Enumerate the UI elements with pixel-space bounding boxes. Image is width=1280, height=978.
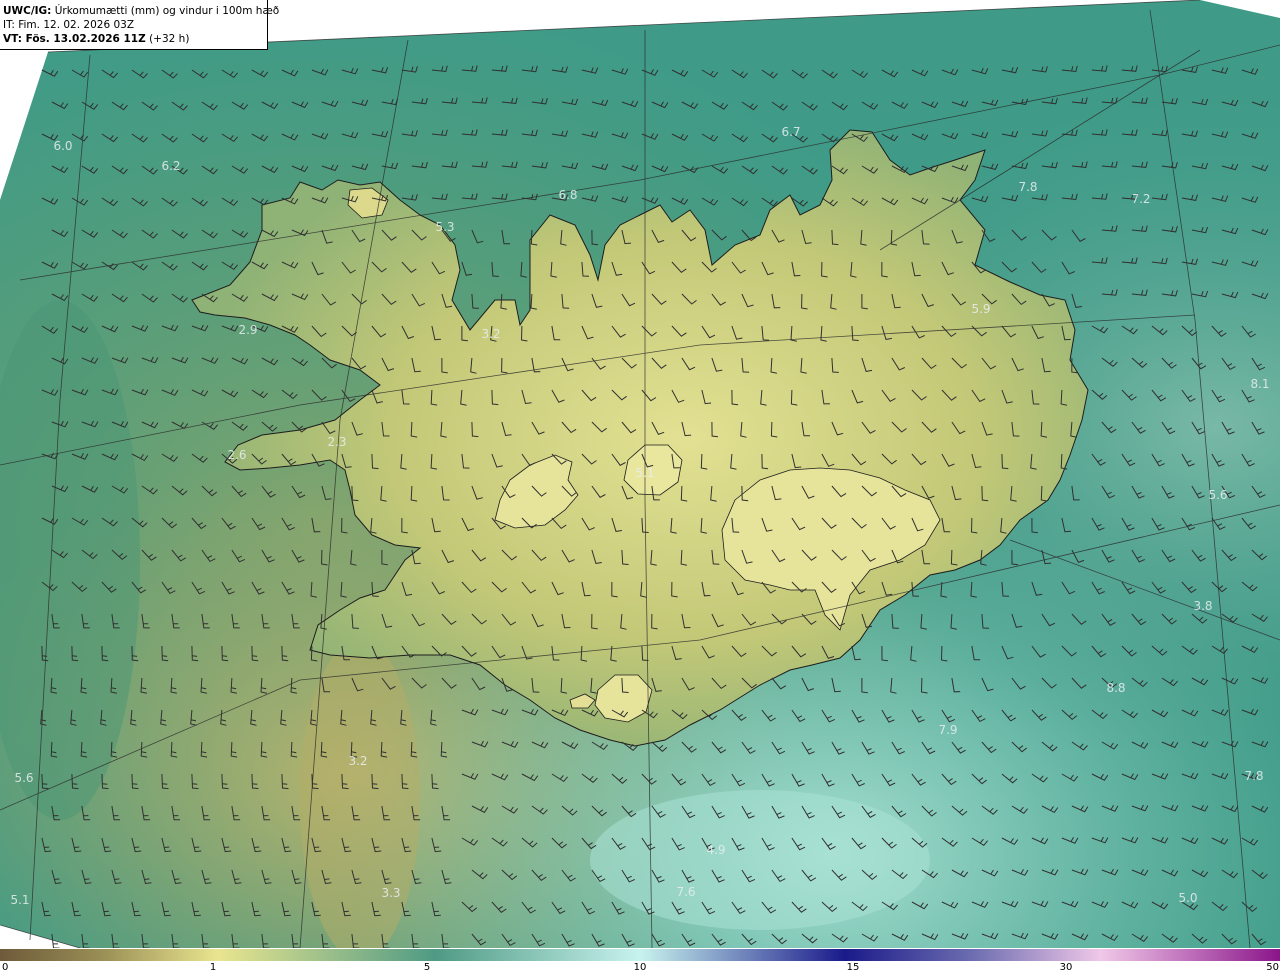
value-label: 7.6 (676, 885, 696, 899)
colorbar-tick: 15 (846, 962, 860, 973)
value-label: 5.6 (14, 771, 34, 785)
forecast-map: 6.0 6.2 6.8 6.7 7.8 7.2 5.3 3.2 2.9 5.9 … (0, 0, 1280, 948)
init-time: IT: Fim. 12. 02. 2026 03Z (3, 19, 135, 31)
colorbar-tick: 30 (1059, 962, 1073, 973)
southwest-plume (300, 640, 420, 948)
colorbar (0, 949, 1280, 961)
valid-time-line: VT: Fös. 13.02.2026 11Z (+32 h) (3, 32, 264, 46)
map-title-line: UWC/IG: Úrkomumætti (mm) og vindur i 100… (3, 4, 279, 18)
value-label: 7.8 (1244, 769, 1264, 783)
value-label: 7.9 (938, 723, 958, 737)
colorbar-tick: 50 (1266, 962, 1279, 973)
value-label: 7.2 (1131, 192, 1151, 206)
value-label: 2.6 (227, 448, 247, 462)
value-label: 6.8 (558, 188, 578, 202)
value-label: 8.1 (1250, 377, 1270, 391)
value-label: 5.6 (1208, 488, 1228, 502)
map-title: Úrkomumætti (mm) og vindur i 100m hæð (54, 5, 280, 17)
value-label: 5.0 (1178, 891, 1198, 905)
value-label: 3.8 (1193, 599, 1213, 613)
value-label: 2.3 (327, 435, 347, 449)
value-label: 5.1 (10, 893, 30, 907)
value-label: 5.3 (435, 220, 455, 234)
colorbar-tick: 1 (209, 962, 217, 973)
value-label: 7.8 (1018, 180, 1038, 194)
valid-time: VT: Fös. 13.02.2026 11Z (3, 33, 146, 45)
value-label: 6.2 (161, 159, 181, 173)
colorbar-gradient (0, 949, 1280, 961)
value-label: 5.1 (635, 466, 655, 480)
value-label: 6.0 (53, 139, 73, 153)
value-label: 4.9 (706, 843, 726, 857)
value-label: 6.7 (781, 125, 801, 139)
value-label: 3.2 (481, 327, 501, 341)
valid-offset: (+32 h) (149, 33, 190, 45)
south-bright-band (590, 790, 930, 930)
colorbar-tick: 5 (423, 962, 431, 973)
value-label: 3.2 (348, 754, 368, 768)
value-label: 3.3 (381, 886, 401, 900)
value-label: 8.8 (1106, 681, 1126, 695)
map-header: UWC/IG: Úrkomumætti (mm) og vindur i 100… (0, 0, 279, 50)
colorbar-tick: 10 (633, 962, 647, 973)
model-label: UWC/IG: (3, 5, 52, 17)
value-label: 5.9 (971, 302, 991, 316)
value-label: 2.9 (238, 323, 258, 337)
colorbar-ticks: 0 1 5 10 15 30 50 (0, 962, 1280, 978)
colorbar-tick: 0 (2, 962, 9, 973)
